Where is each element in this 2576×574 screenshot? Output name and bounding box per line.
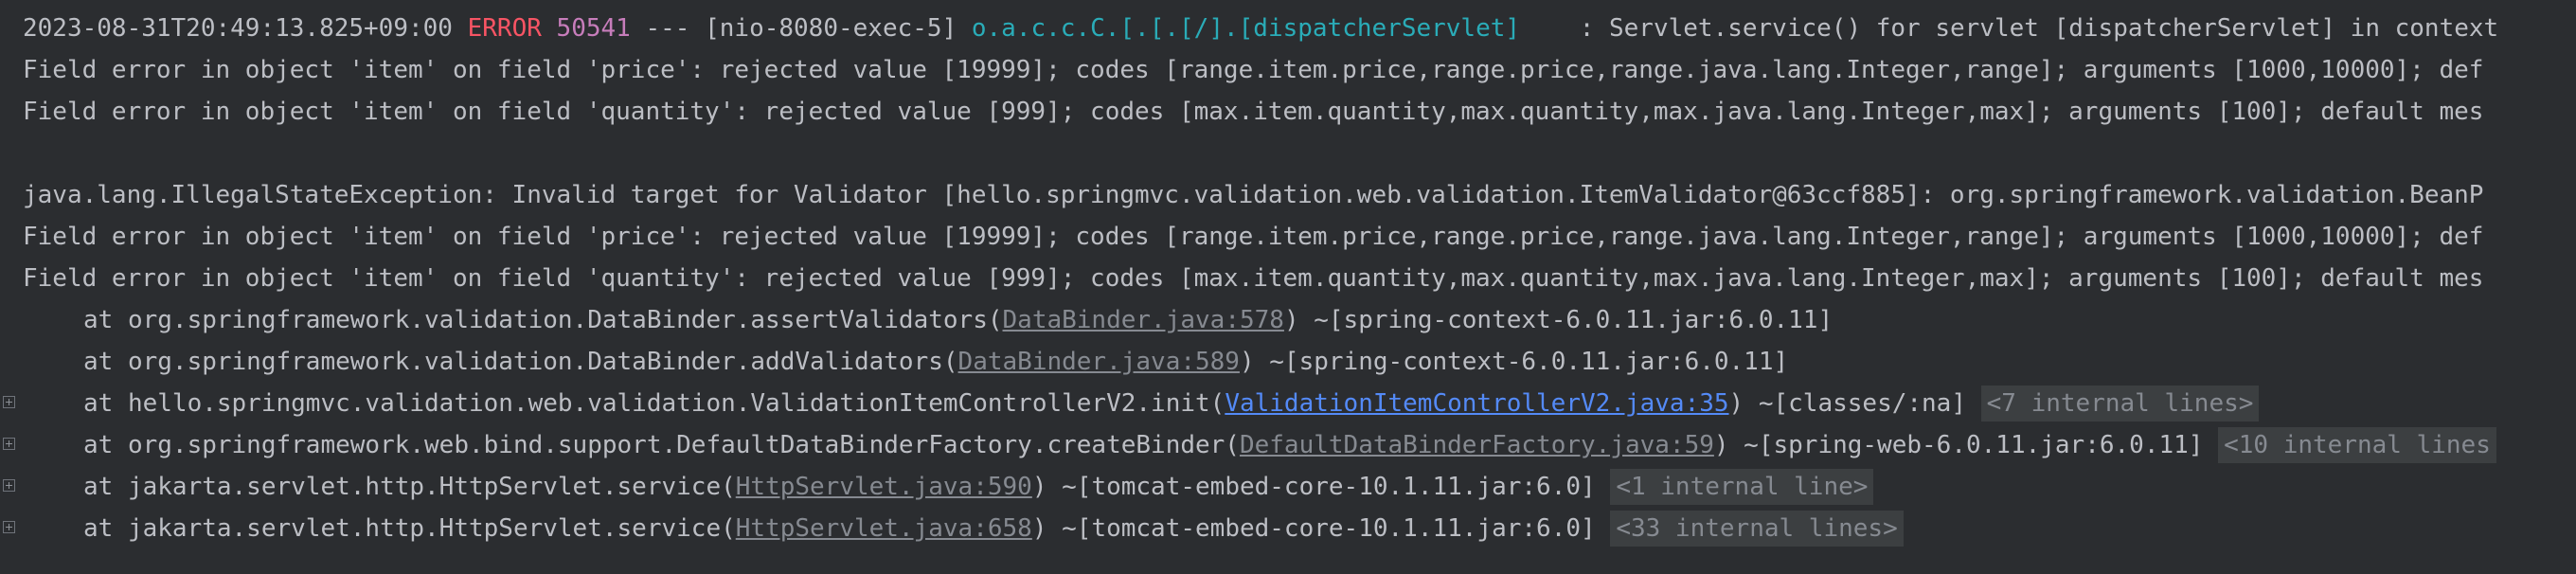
log-line-exception: java.lang.IllegalStateException: Invalid…: [0, 174, 2483, 216]
stack-frame-text: at jakarta.servlet.http.HttpServlet.serv…: [83, 466, 1874, 508]
internal-lines-fold[interactable]: <7 internal lines>: [1980, 386, 2260, 422]
stack-frame-method: at jakarta.servlet.http.HttpServlet.serv…: [83, 514, 736, 543]
log-separator: ---: [645, 14, 690, 43]
stack-frame-source-link[interactable]: HttpServlet.java:658: [736, 514, 1032, 543]
expand-plus-icon[interactable]: [3, 396, 15, 408]
expand-plus-icon[interactable]: [3, 521, 15, 533]
log-line-text: Field error in object 'item' on field 'p…: [23, 223, 2484, 251]
console-output: 2023-08-31T20:49:13.825+09:00 ERROR 5054…: [0, 0, 2576, 574]
expand-plus-icon[interactable]: [3, 438, 15, 450]
stack-frame-method: at org.springframework.web.bind.support.…: [83, 431, 1240, 459]
expand-plus-icon[interactable]: [3, 479, 15, 492]
log-thread: [nio-8080-exec-5]: [705, 14, 957, 43]
stack-frame-method: at org.springframework.validation.DataBi…: [83, 306, 1003, 334]
stack-frame-source-link[interactable]: ValidationItemControllerV2.java:35: [1225, 389, 1728, 418]
log-line: Field error in object 'item' on field 'p…: [0, 49, 2483, 91]
stack-frame-source-link[interactable]: DefaultDataBinderFactory.java:59: [1240, 431, 1714, 459]
stack-frame-source-link[interactable]: DataBinder.java:589: [958, 348, 1240, 376]
stack-frame: at org.springframework.validation.DataBi…: [0, 341, 1788, 383]
stack-frame-method: at jakarta.servlet.http.HttpServlet.serv…: [83, 473, 736, 501]
log-line-text: 2023-08-31T20:49:13.825+09:00 ERROR 5054…: [23, 8, 2498, 49]
log-logger: o.a.c.c.C.[.[.[/].[dispatcherServlet]: [971, 14, 1521, 43]
internal-lines-fold[interactable]: <1 internal line>: [1610, 469, 1874, 505]
log-line: Field error in object 'item' on field 'q…: [0, 258, 2483, 299]
log-line: Field error in object 'item' on field 'p…: [0, 216, 2483, 258]
stack-frame-origin: ) ~[tomcat-embed-core-10.1.11.jar:6.0]: [1031, 473, 1611, 501]
log-line: Field error in object 'item' on field 'q…: [0, 91, 2483, 133]
log-level: ERROR: [467, 14, 542, 43]
internal-lines-fold[interactable]: <33 internal lines>: [1610, 511, 1904, 547]
internal-lines-fold[interactable]: <10 internal lines: [2218, 427, 2496, 463]
stack-frame-method: at hello.springmvc.validation.web.valida…: [83, 389, 1225, 418]
stack-frame: at org.springframework.web.bind.support.…: [0, 424, 2496, 466]
log-line-text: Field error in object 'item' on field 'p…: [23, 56, 2484, 84]
stack-frame-origin: ) ~[classes/:na]: [1728, 389, 1981, 418]
stack-frame-source-link[interactable]: HttpServlet.java:590: [736, 473, 1032, 501]
log-line-text: Field error in object 'item' on field 'q…: [23, 98, 2484, 126]
stack-frame-text: at org.springframework.validation.DataBi…: [83, 299, 1833, 341]
stack-frame-text: at org.springframework.validation.DataBi…: [83, 341, 1788, 383]
stack-frame-text: at jakarta.servlet.http.HttpServlet.serv…: [83, 508, 1904, 549]
stack-frame-text: at org.springframework.web.bind.support.…: [83, 424, 2496, 466]
stack-frame-method: at org.springframework.validation.DataBi…: [83, 348, 958, 376]
stack-frame: at org.springframework.validation.DataBi…: [0, 299, 1833, 341]
stack-frame: at jakarta.servlet.http.HttpServlet.serv…: [0, 466, 1874, 508]
log-pid: 50541: [556, 14, 631, 43]
stack-frame-origin: ) ~[spring-context-6.0.11.jar:6.0.11]: [1283, 306, 1834, 334]
stack-frame-origin: ) ~[tomcat-embed-core-10.1.11.jar:6.0]: [1031, 514, 1611, 543]
stack-frame-origin: ) ~[spring-context-6.0.11.jar:6.0.11]: [1239, 348, 1789, 376]
stack-frame-origin: ) ~[spring-web-6.0.11.jar:6.0.11]: [1713, 431, 2219, 459]
stack-frame: at jakarta.servlet.http.HttpServlet.serv…: [0, 508, 1904, 549]
stack-frame: at hello.springmvc.validation.web.valida…: [0, 383, 2260, 424]
log-timestamp: 2023-08-31T20:49:13.825+09:00: [23, 14, 453, 43]
log-message: : Servlet.service() for servlet [dispatc…: [1579, 14, 2499, 43]
stack-frame-text: at hello.springmvc.validation.web.valida…: [83, 383, 2260, 424]
log-line-text: java.lang.IllegalStateException: Invalid…: [23, 181, 2484, 209]
log-line-text: Field error in object 'item' on field 'q…: [23, 264, 2484, 293]
stack-frame-source-link[interactable]: DataBinder.java:578: [1003, 306, 1284, 334]
log-line-header: 2023-08-31T20:49:13.825+09:00 ERROR 5054…: [0, 8, 2498, 49]
